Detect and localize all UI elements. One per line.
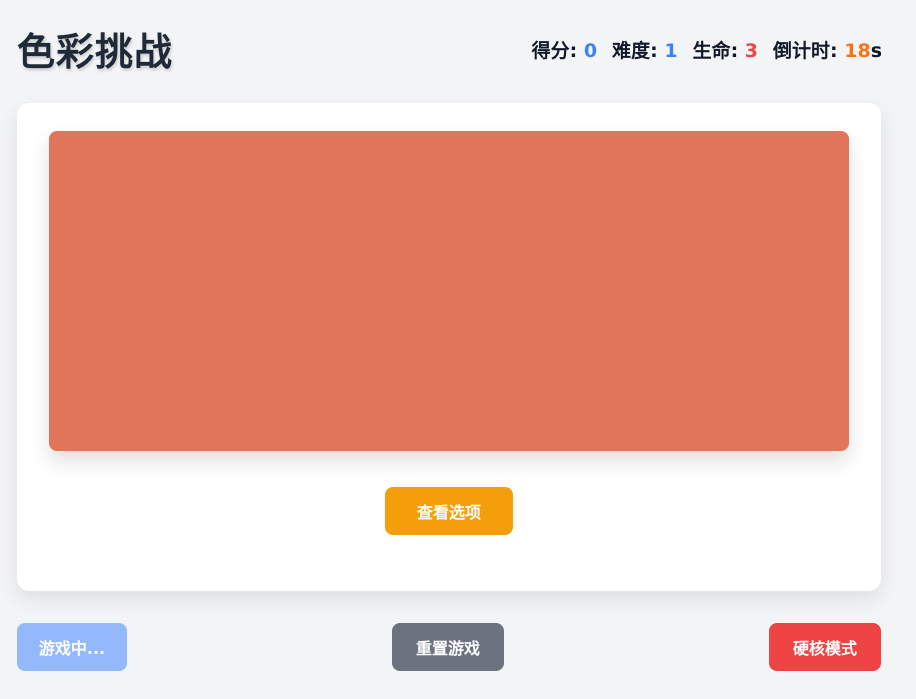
score-value: 0 (583, 40, 598, 62)
countdown-stat: 倒计时: 18s (773, 36, 882, 66)
difficulty-stat: 难度: 1 (612, 36, 677, 66)
game-card: 查看选项 (17, 103, 881, 591)
color-swatch (49, 131, 849, 451)
lives-value: 3 (744, 40, 759, 62)
countdown-unit: s (870, 40, 882, 62)
score-label: 得分: (531, 40, 584, 62)
countdown-value: 18 (844, 40, 871, 62)
countdown-label: 倒计时: (773, 40, 845, 62)
lives-stat: 生命: 3 (693, 36, 758, 66)
game-title: 色彩挑战 (17, 30, 174, 74)
view-options-button[interactable]: 查看选项 (385, 487, 513, 535)
playing-status-button[interactable]: 游戏中... (17, 623, 127, 671)
score-stat: 得分: 0 (532, 36, 597, 66)
difficulty-label: 难度: (612, 40, 665, 62)
reset-game-button[interactable]: 重置游戏 (392, 623, 504, 671)
stats-bar: 得分: 0 难度: 1 生命: 3 倒计时: 18s (532, 36, 882, 66)
hardcore-mode-button[interactable]: 硬核模式 (769, 623, 881, 671)
difficulty-value: 1 (664, 40, 678, 62)
lives-label: 生命: (692, 40, 745, 62)
